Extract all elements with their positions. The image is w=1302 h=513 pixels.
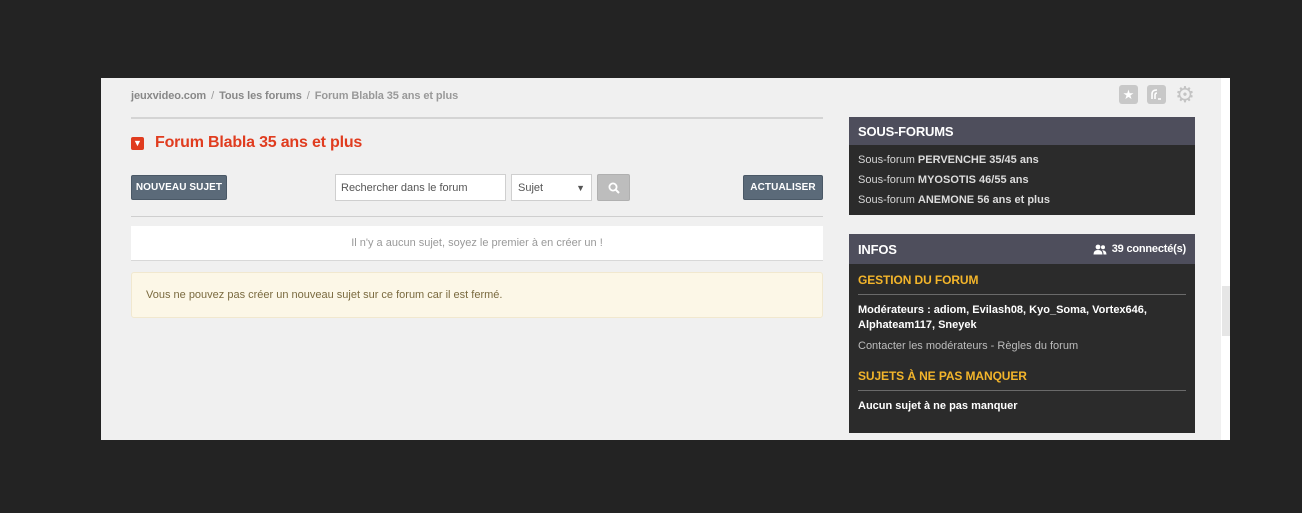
subforum-prefix: Sous-forum (858, 154, 918, 166)
subforum-prefix: Sous-forum (858, 174, 918, 186)
subforums-list: Sous-forum PERVENCHE 35/45 ans Sous-foru… (849, 145, 1195, 213)
scrollbar-thumb[interactable] (1222, 286, 1230, 336)
forum-closed-alert: Vous ne pouvez pas créer un nouveau suje… (131, 272, 823, 318)
breadcrumb-separator: / (306, 90, 310, 102)
connected-count[interactable]: 39 connecté(s) (1093, 243, 1186, 255)
forum-management-section: GESTION DU FORUM Modérateurs : adiom, Ev… (849, 273, 1195, 352)
subforum-name: MYOSOTIS 46/55 ans (917, 174, 1029, 186)
subforum-link[interactable]: Sous-forum PERVENCHE 35/45 ans (858, 153, 1186, 173)
divider (131, 117, 823, 119)
breadcrumb-current: Forum Blabla 35 ans et plus (314, 90, 459, 102)
subforum-link[interactable]: Sous-forum MYOSOTIS 46/55 ans (858, 173, 1186, 193)
forum-management-title: GESTION DU FORUM (858, 273, 1186, 295)
subforum-link[interactable]: Sous-forum ANEMONE 56 ans et plus (858, 193, 1186, 213)
connected-count-text: 39 connecté(s) (1111, 243, 1186, 255)
must-see-section: SUJETS À NE PAS MANQUER Aucun sujet à ne… (849, 369, 1195, 412)
notification-icon[interactable] (1147, 85, 1166, 104)
infos-header: INFOS 39 connecté(s) (849, 234, 1195, 264)
subforums-panel: SOUS-FORUMS Sous-forum PERVENCHE 35/45 a… (849, 117, 1195, 215)
search-type-select[interactable]: Sujet ▼ (511, 174, 592, 201)
dropdown-arrow-icon: ▼ (576, 182, 585, 193)
infos-title: INFOS (858, 241, 897, 257)
subforum-prefix: Sous-forum (858, 194, 918, 206)
scrollbar-track[interactable] (1221, 78, 1230, 440)
breadcrumb-separator: / (211, 90, 215, 102)
gear-icon[interactable]: ⚙ (1175, 82, 1195, 107)
subforum-name: ANEMONE 56 ans et plus (917, 194, 1050, 206)
search-button[interactable] (597, 174, 630, 201)
empty-topics-message: Il n'y a aucun sujet, soyez le premier à… (131, 226, 823, 261)
divider (131, 216, 823, 217)
breadcrumb-forums[interactable]: Tous les forums (219, 90, 302, 102)
breadcrumb-home[interactable]: jeuxvideo.com (131, 90, 206, 102)
breadcrumb: jeuxvideo.com / Tous les forums / Forum Blab… (131, 90, 458, 102)
moderation-links: Contacter les modérateurs - Règles du fo… (858, 340, 1186, 352)
infos-panel: INFOS 39 connecté(s) GESTION DU FORUM Mo… (849, 234, 1195, 433)
moderators-list[interactable]: Modérateurs : adiom, Evilash08, Kyo_Soma… (858, 303, 1186, 333)
search-input[interactable]: Rechercher dans le forum (335, 174, 506, 201)
search-type-value: Sujet (518, 181, 544, 194)
contact-moderators-link[interactable]: Contacter les modérateurs (858, 340, 988, 352)
top-icons: ★ ⚙ (1119, 82, 1195, 107)
must-see-empty: Aucun sujet à ne pas manquer (858, 400, 1018, 412)
subforum-name: PERVENCHE 35/45 ans (917, 154, 1039, 166)
chevron-down-icon[interactable]: ▼ (131, 136, 144, 150)
forum-title: ▼ Forum Blabla 35 ans et plus (131, 134, 362, 152)
page-title: Forum Blabla 35 ans et plus (155, 134, 363, 151)
new-topic-button[interactable]: NOUVEAU SUJET (131, 175, 227, 200)
star-icon[interactable]: ★ (1119, 85, 1138, 104)
subforums-title: SOUS-FORUMS (849, 117, 1195, 145)
refresh-button[interactable]: ACTUALISER (743, 175, 823, 200)
forum-rules-link[interactable]: Règles du forum (997, 340, 1078, 352)
link-separator: - (987, 340, 998, 352)
must-see-title: SUJETS À NE PAS MANQUER (858, 369, 1186, 391)
users-icon (1093, 244, 1107, 254)
search-icon (608, 182, 620, 194)
